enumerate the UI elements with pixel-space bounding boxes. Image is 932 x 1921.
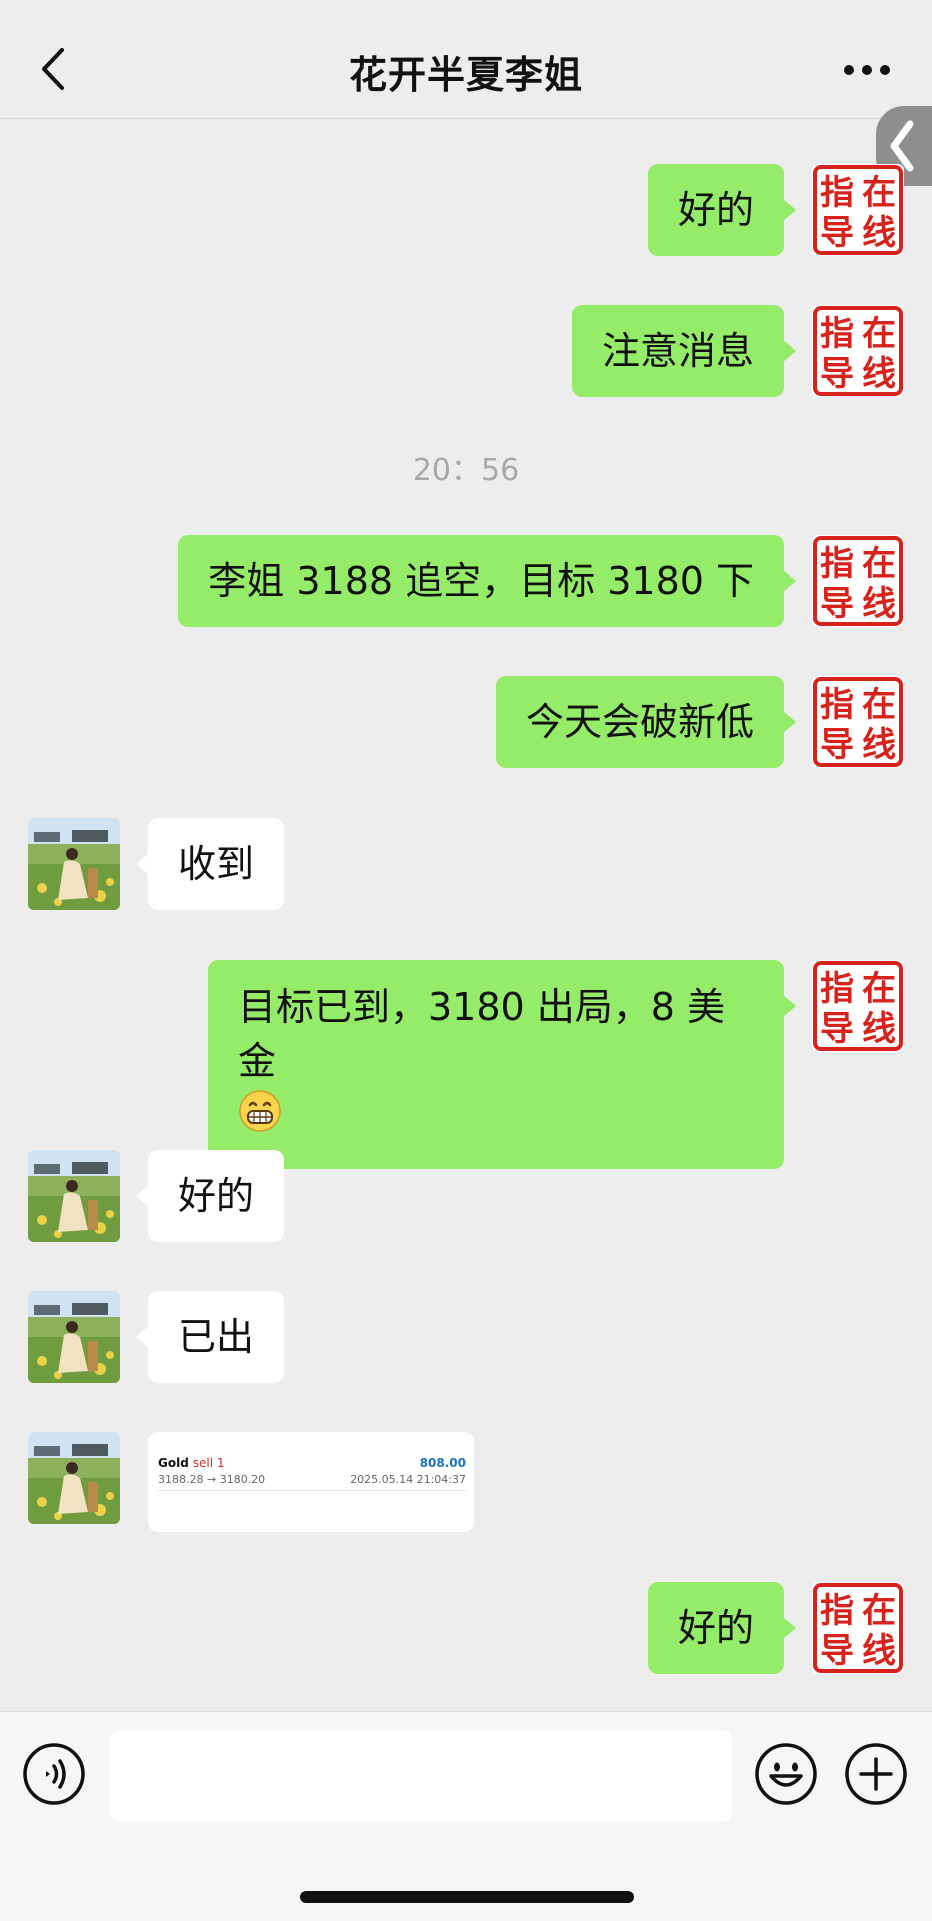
- seal-character: 指: [820, 969, 854, 1009]
- message-bubble-sent[interactable]: 今天会破新低: [495, 676, 797, 768]
- seal-character: 导: [820, 1009, 854, 1049]
- seal-character: 在: [862, 685, 896, 725]
- more-actions-button[interactable]: [844, 1742, 908, 1806]
- avatar-seal[interactable]: 在指线导: [812, 960, 904, 1052]
- trade-screenshot-image[interactable]: Gold sell 1 808.00 3188.28 → 3180.20 2025…: [148, 1432, 474, 1532]
- message-bubble-received[interactable]: 已出: [135, 1291, 285, 1383]
- seal-character: 指: [820, 685, 854, 725]
- smiley-icon: [755, 1743, 817, 1805]
- seal-character: 导: [820, 354, 854, 394]
- seal-character: 导: [820, 584, 854, 624]
- trade-profit: 808.00: [419, 1456, 466, 1470]
- message-bubble-sent[interactable]: 注意消息: [571, 305, 797, 397]
- seal-character: 指: [820, 314, 854, 354]
- seal-character: 在: [862, 173, 896, 213]
- seal-character: 在: [862, 314, 896, 354]
- message-input[interactable]: [110, 1730, 732, 1822]
- trade-prices: 3188.28 → 3180.20: [158, 1473, 266, 1486]
- more-button[interactable]: [842, 60, 892, 80]
- message-bubble-sent[interactable]: 目标已到，3180 出局，8 美金: [208, 960, 796, 1169]
- seal-character: 线: [862, 1009, 896, 1049]
- seal-character: 在: [862, 1591, 896, 1631]
- contact-photo-image: [28, 1291, 120, 1383]
- trade-datetime: 2025.05.14 21:04:37: [350, 1473, 466, 1486]
- avatar-seal[interactable]: 在指线导: [812, 164, 904, 256]
- message-text: 目标已到，3180 出局，8 美金: [238, 985, 726, 1083]
- voice-input-button[interactable]: [22, 1742, 86, 1806]
- message-bubble-sent[interactable]: 李姐 3188 追空，目标 3180 下: [178, 535, 796, 627]
- seal-character: 指: [820, 1591, 854, 1631]
- seal-character: 线: [862, 354, 896, 394]
- avatar-seal[interactable]: 在指线导: [812, 1582, 904, 1674]
- message-bubble-sent[interactable]: 好的: [647, 1582, 797, 1674]
- seal-stamp-image: 在指线导: [813, 536, 903, 626]
- home-indicator: [300, 1891, 634, 1903]
- chat-header: 花开半夏李姐: [0, 0, 932, 119]
- message-bubble-received[interactable]: 好的: [135, 1150, 285, 1242]
- avatar-seal[interactable]: 在指线导: [812, 305, 904, 397]
- seal-stamp-image: 在指线导: [813, 306, 903, 396]
- seal-character: 导: [820, 1631, 854, 1671]
- avatar-seal[interactable]: 在指线导: [812, 535, 904, 627]
- seal-character: 指: [820, 173, 854, 213]
- input-bar: [0, 1711, 932, 1921]
- seal-stamp-image: 在指线导: [813, 961, 903, 1051]
- seal-stamp-image: 在指线导: [813, 165, 903, 255]
- contact-avatar[interactable]: [28, 818, 120, 910]
- emoji-button[interactable]: [754, 1742, 818, 1806]
- seal-character: 指: [820, 544, 854, 584]
- seal-character: 在: [862, 969, 896, 1009]
- grin-icon: [238, 1089, 282, 1147]
- message-bubble-sent[interactable]: 好的: [647, 164, 797, 256]
- contact-avatar[interactable]: [28, 1291, 120, 1383]
- seal-character: 线: [862, 213, 896, 253]
- seal-character: 线: [862, 725, 896, 765]
- seal-stamp-image: 在指线导: [813, 1583, 903, 1673]
- message-timestamp: 20：56: [412, 453, 520, 488]
- seal-character: 线: [862, 584, 896, 624]
- contact-photo-image: [28, 818, 120, 910]
- seal-stamp-image: 在指线导: [813, 677, 903, 767]
- contact-avatar[interactable]: [28, 1432, 120, 1524]
- divider: [158, 1490, 466, 1491]
- contact-avatar[interactable]: [28, 1150, 120, 1242]
- more-dots-icon: [844, 65, 890, 75]
- contact-photo-image: [28, 1432, 120, 1524]
- plus-icon: [845, 1743, 907, 1805]
- seal-character: 导: [820, 725, 854, 765]
- seal-character: 在: [862, 544, 896, 584]
- contact-photo-image: [28, 1150, 120, 1242]
- trade-symbol: Gold: [158, 1456, 189, 1470]
- voice-icon: [23, 1743, 85, 1805]
- seal-character: 导: [820, 213, 854, 253]
- avatar-seal[interactable]: 在指线导: [812, 676, 904, 768]
- trade-side: sell 1: [192, 1456, 225, 1470]
- chat-title: 花开半夏李姐: [348, 53, 583, 97]
- seal-character: 线: [862, 1631, 896, 1671]
- message-bubble-received[interactable]: 收到: [135, 818, 285, 910]
